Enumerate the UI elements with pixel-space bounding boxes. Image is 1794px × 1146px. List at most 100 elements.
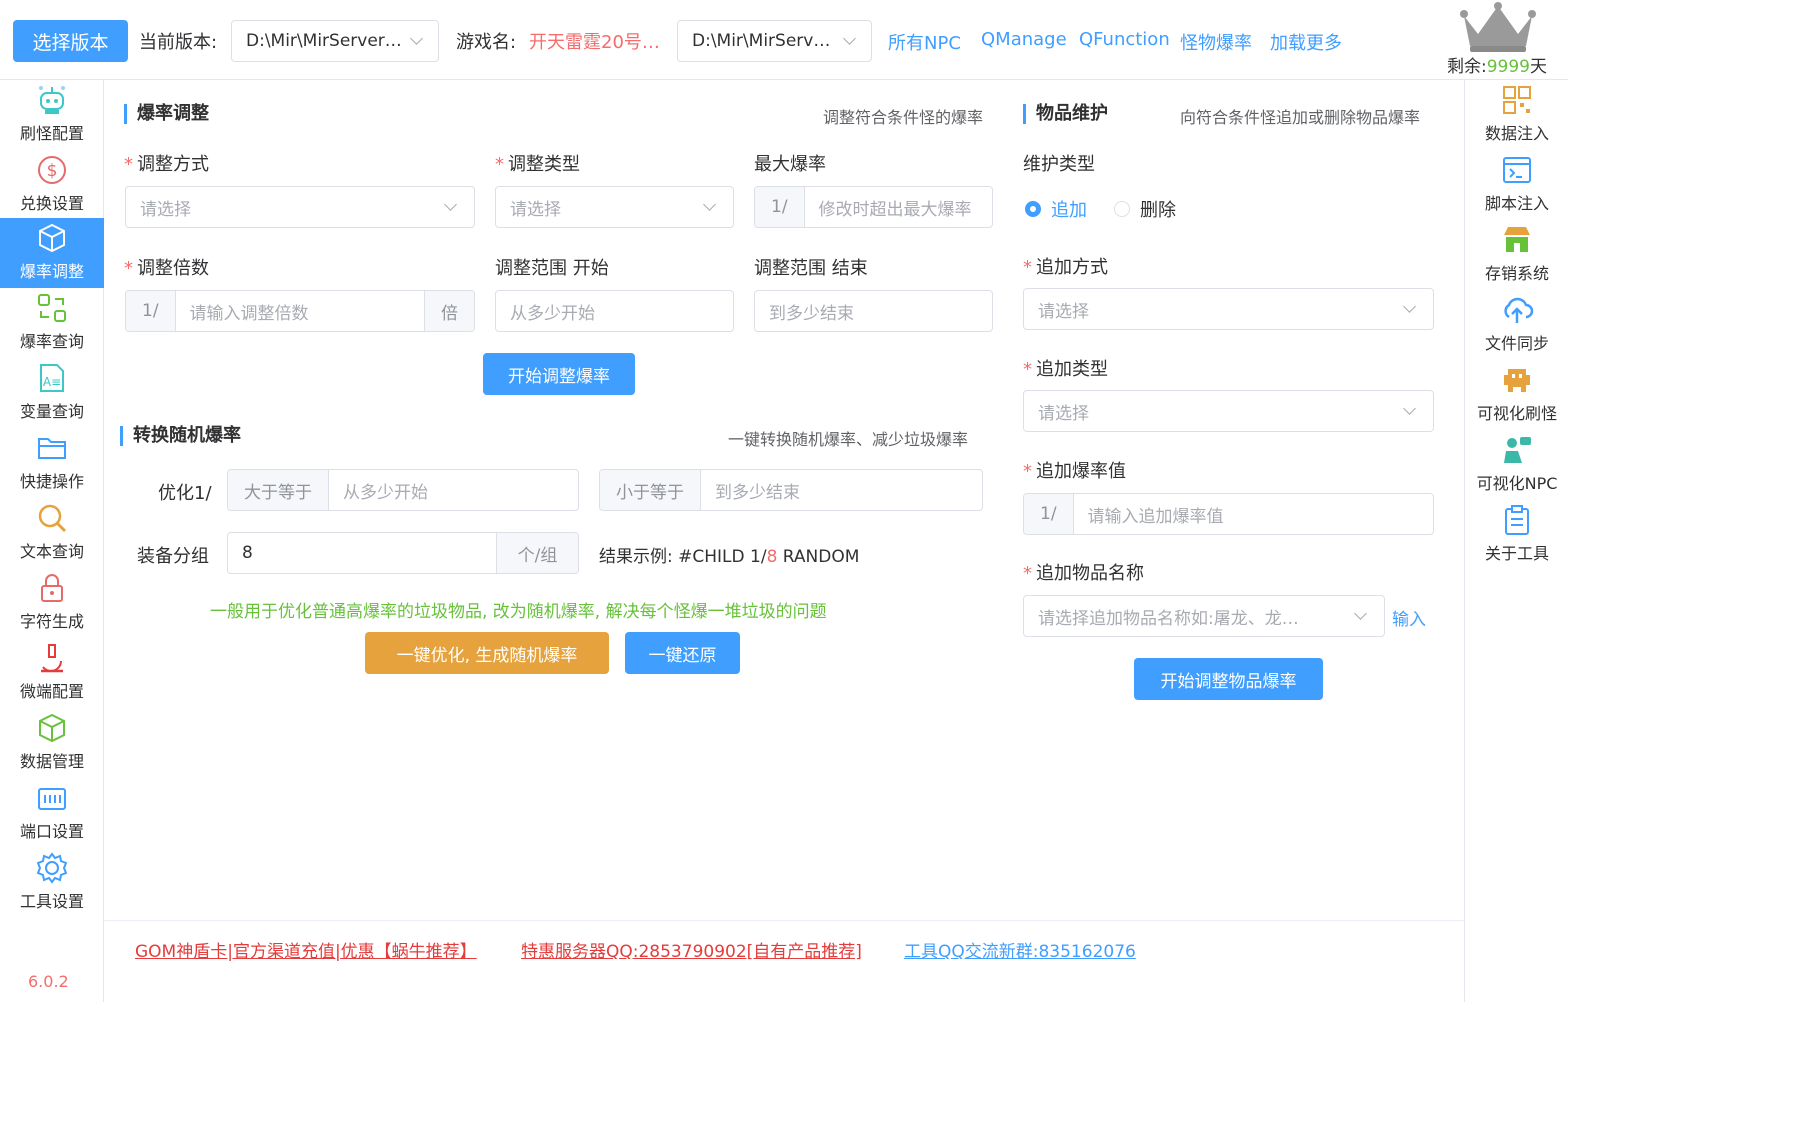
- select-version-button[interactable]: 选择版本: [13, 20, 128, 62]
- game-name-label: 游戏名:: [456, 32, 517, 53]
- sidebar-item-char-gen[interactable]: 字符生成: [0, 568, 104, 638]
- optimize-random-button[interactable]: 一键优化, 生成随机爆率: [365, 632, 609, 674]
- sidebar-item-exchange[interactable]: $ 兑换设置: [0, 150, 104, 220]
- link-load-more[interactable]: 加载更多: [1270, 29, 1342, 55]
- link-all-npc[interactable]: 所有NPC: [888, 29, 961, 55]
- add-type-label: * 追加类型: [1023, 359, 1108, 380]
- port-icon: [38, 788, 66, 810]
- sidebar-item-label: 快捷操作: [19, 472, 84, 491]
- rsidebar-item-about[interactable]: 关于工具: [1465, 500, 1569, 570]
- sidebar-item-variable-query[interactable]: A≡ 变量查询: [0, 358, 104, 428]
- qrcode-icon: [1503, 86, 1531, 114]
- sidebar-item-label: 数据管理: [19, 752, 84, 771]
- sidebar-item-quick-ops[interactable]: 快捷操作: [0, 428, 104, 498]
- footer-link-gom[interactable]: GOM神盾卡|官方渠道充值|优惠【蜗牛推荐】: [135, 937, 477, 962]
- adjust-method-select[interactable]: 请选择: [125, 186, 475, 228]
- result-example: 结果示例: #CHILD 1/8 RANDOM: [599, 547, 860, 567]
- rsidebar-item-label: 数据注入: [1484, 124, 1549, 143]
- crown-icon: [1460, 2, 1536, 52]
- start-adjust-item-rate-button[interactable]: 开始调整物品爆率: [1134, 658, 1323, 700]
- sidebar-item-label: 工具设置: [19, 892, 84, 911]
- rsidebar-item-data-inject[interactable]: 数据注入: [1465, 80, 1569, 150]
- svg-text:$: $: [47, 161, 58, 181]
- current-version-value: D:\Mir\MirServer…: [246, 31, 402, 51]
- sidebar-item-spawn-config[interactable]: 刷怪配置: [0, 80, 104, 150]
- game-name-value: 开天雷霆20号…: [529, 32, 660, 53]
- rate-adjust-title: 爆率调整: [124, 104, 209, 124]
- link-qfunction[interactable]: QFunction: [1079, 29, 1170, 50]
- path-select-value: D:\Mir\MirServ…: [692, 31, 831, 51]
- sidebar-item-micro-config[interactable]: 微端配置: [0, 638, 104, 708]
- sidebar-item-label: 刷怪配置: [19, 124, 84, 143]
- sidebar-item-port-settings[interactable]: 端口设置: [0, 778, 104, 848]
- adjust-type-select[interactable]: 请选择: [495, 186, 734, 228]
- chevron-down-icon: [1354, 609, 1368, 623]
- footer-link-tool-qq[interactable]: 工具QQ交流新群:835162076: [904, 937, 1136, 962]
- left-sidebar: 刷怪配置 $ 兑换设置 爆率调整 爆率查询 A≡ 变量查询 快捷操作 文本查询 …: [0, 80, 104, 1002]
- radio-add[interactable]: 追加: [1025, 196, 1087, 222]
- add-name-select[interactable]: 请选择追加物品名称如:屠龙、龙…: [1023, 595, 1385, 637]
- refresh-grid-icon: [38, 294, 66, 322]
- rsidebar-item-label: 可视化NPC: [1476, 474, 1558, 493]
- sidebar-item-label: 变量查询: [19, 402, 84, 421]
- folder-icon: [38, 438, 66, 459]
- random-hint: 一般用于优化普通高爆率的垃圾物品, 改为随机爆率, 解决每个怪爆一堆垃圾的问题: [210, 602, 827, 622]
- range-end-label: 调整范围 结束: [754, 258, 868, 279]
- multiplier-label: * 调整倍数: [124, 258, 209, 279]
- rsidebar-item-label: 文件同步: [1484, 334, 1549, 353]
- range-end-input[interactable]: 到多少结束: [754, 290, 993, 332]
- rsidebar-item-label: 可视化刷怪: [1476, 404, 1557, 423]
- link-qmanage[interactable]: QManage: [981, 29, 1067, 50]
- rsidebar-item-visual-spawn[interactable]: 可视化刷怪: [1465, 360, 1569, 430]
- current-version-select[interactable]: D:\Mir\MirServer…: [231, 20, 439, 62]
- sidebar-item-rate-query[interactable]: 爆率查询: [0, 288, 104, 358]
- maint-type-label: 维护类型: [1023, 154, 1095, 175]
- rsidebar-item-label: 存销系统: [1484, 264, 1549, 283]
- sidebar-item-label: 文本查询: [19, 542, 84, 561]
- rsidebar-item-store-system[interactable]: 存销系统: [1465, 220, 1569, 290]
- input-link[interactable]: 输入: [1392, 605, 1426, 630]
- multiplier-input[interactable]: 1/请输入调整倍数倍: [125, 290, 475, 332]
- chevron-down-icon: [843, 34, 857, 48]
- sidebar-item-text-query[interactable]: 文本查询: [0, 498, 104, 568]
- rsidebar-item-label: 脚本注入: [1484, 194, 1549, 213]
- box-icon: [39, 713, 65, 743]
- clipboard-icon: [1505, 505, 1529, 535]
- restore-button[interactable]: 一键还原: [625, 632, 740, 674]
- sidebar-item-label: 端口设置: [19, 822, 84, 841]
- sidebar-item-tool-settings[interactable]: 工具设置: [0, 848, 104, 918]
- random-rate-desc: 一键转换随机爆率、减少垃圾爆率: [728, 430, 969, 449]
- add-type-select[interactable]: 请选择: [1023, 390, 1434, 432]
- sidebar-item-data-manage[interactable]: 数据管理: [0, 708, 104, 778]
- rsidebar-item-file-sync[interactable]: 文件同步: [1465, 290, 1569, 360]
- radio-delete[interactable]: 删除: [1114, 196, 1176, 222]
- link-monster-rate[interactable]: 怪物爆率: [1180, 29, 1252, 55]
- remaining-days: 剩余:9999天: [1447, 57, 1547, 77]
- robot-icon: [39, 86, 65, 114]
- start-adjust-rate-button[interactable]: 开始调整爆率: [483, 353, 635, 395]
- cube-icon: [39, 223, 65, 253]
- range-start-input[interactable]: 从多少开始: [495, 290, 734, 332]
- item-maint-title: 物品维护: [1023, 104, 1108, 124]
- add-method-label: * 追加方式: [1023, 257, 1108, 278]
- footer-link-server-qq[interactable]: 特惠服务器QQ:2853790902[自有产品推荐]: [521, 937, 862, 962]
- sidebar-item-label: 兑换设置: [19, 194, 84, 213]
- chevron-down-icon: [410, 34, 424, 48]
- store-icon: [1504, 227, 1530, 252]
- search-icon: [38, 504, 67, 533]
- radio-dot: [1114, 201, 1130, 217]
- add-rate-input[interactable]: 1/请输入追加爆率值: [1023, 493, 1434, 535]
- lte-input[interactable]: 小于等于 到多少结束: [599, 469, 983, 511]
- max-rate-input[interactable]: 1/修改时超出最大爆率: [754, 186, 993, 228]
- sidebar-item-rate-adjust[interactable]: 爆率调整: [0, 218, 104, 288]
- path-select[interactable]: D:\Mir\MirServ…: [677, 20, 872, 62]
- add-method-select[interactable]: 请选择: [1023, 288, 1434, 330]
- rsidebar-item-script-inject[interactable]: 脚本注入: [1465, 150, 1569, 220]
- rsidebar-item-visual-npc[interactable]: 可视化NPC: [1465, 430, 1569, 500]
- gte-input[interactable]: 大于等于 从多少开始: [227, 469, 579, 511]
- group-input[interactable]: 8 个/组: [227, 532, 579, 574]
- current-version-label: 当前版本:: [139, 32, 218, 53]
- sidebar-item-label: 爆率调整: [19, 262, 84, 281]
- optimize-label: 优化1/: [158, 483, 212, 504]
- add-name-label: * 追加物品名称: [1023, 563, 1144, 584]
